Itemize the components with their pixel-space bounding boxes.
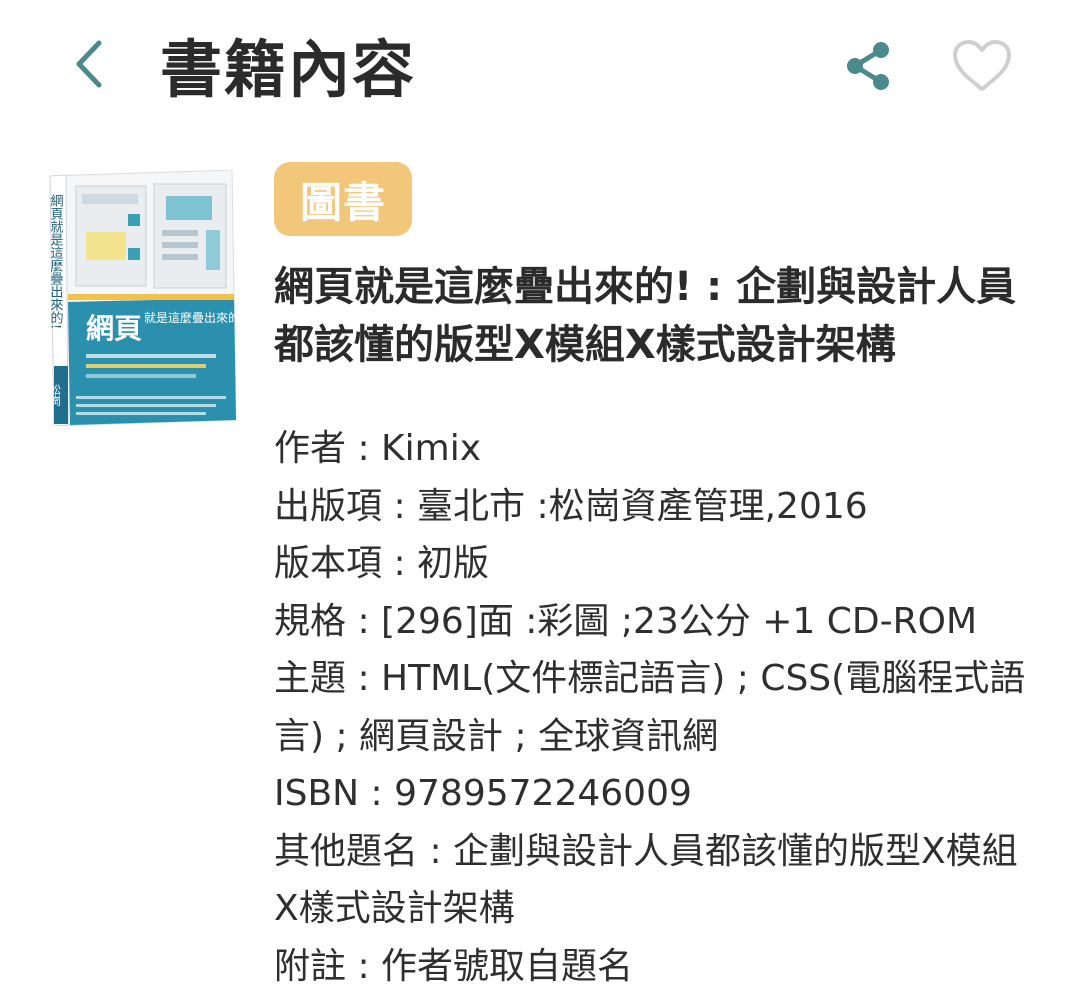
detail-value: 9789572246009 [394,773,692,814]
detail-label: ISBN [274,773,359,814]
detail-label: 版本項 [274,543,382,584]
detail-other-title: 其他題名 : 企劃與設計人員都該懂的版型X模組X樣式設計架構 [274,823,1034,938]
book-title: 網頁就是這麼疊出來的! : 企劃與設計人員都該懂的版型X模組X樣式設計架構 [274,258,1034,374]
detail-value: Kimix [381,428,481,469]
detail-author: 作者 : Kimix [274,420,1034,478]
cover-publisher-mark: 松崗 [49,383,62,406]
detail-value: 初版 [417,543,489,584]
book-cover-image[interactable]: 網頁 就是這麼疊出來的! 網頁就是這麼疊出來的! 松崗 [46,170,238,426]
share-button[interactable] [838,36,898,96]
detail-publication: 出版項 : 臺北市 :松崗資產管理,2016 [274,478,1034,536]
cover-spine-title: 網頁就是這麼疊出來的! [48,194,64,329]
back-button[interactable] [60,34,116,94]
detail-separator: : [346,428,381,469]
detail-separator: : [382,543,417,584]
book-cover-illustration: 網頁 就是這麼疊出來的! 網頁就是這麼疊出來的! 松崗 [46,170,238,426]
detail-label: 作者 [274,428,346,469]
app-bar: 書籍內容 [0,0,1080,140]
detail-label: 附註 [274,946,346,987]
detail-note: 附註 : 作者號取自題名 [274,938,1034,995]
chevron-left-icon [71,39,105,89]
detail-value: 作者號取自題名 [381,946,633,987]
detail-value: HTML(文件標記語言) ; CSS(電腦程式語言) ; 網頁設計 ; 全球資訊… [274,658,1025,757]
detail-value: [296]面 :彩圖 ;23公分 +1 CD-ROM [381,601,977,642]
detail-edition: 版本項 : 初版 [274,535,1034,593]
book-type-badge: 圖書 [274,162,412,236]
detail-label: 其他題名 [274,831,418,872]
detail-separator: : [382,486,417,527]
cover-sub-word: 就是這麼疊出來的! [144,310,238,325]
detail-format: 規格 : [296]面 :彩圖 ;23公分 +1 CD-ROM [274,593,1034,651]
detail-value: 臺北市 :松崗資產管理,2016 [417,486,868,527]
detail-separator: : [359,773,394,814]
cover-main-word: 網頁 [86,312,142,345]
detail-subject: 主題 : HTML(文件標記語言) ; CSS(電腦程式語言) ; 網頁設計 ;… [274,650,1034,765]
heart-outline-icon [951,38,1013,94]
detail-separator: : [418,831,453,872]
share-icon [843,40,893,92]
detail-label: 主題 [274,658,346,699]
detail-separator: : [346,601,381,642]
detail-isbn: ISBN : 9789572246009 [274,765,1034,823]
detail-separator: : [346,658,381,699]
favorite-button[interactable] [948,34,1016,98]
book-details: 作者 : Kimix 出版項 : 臺北市 :松崗資產管理,2016 版本項 : … [274,420,1034,995]
detail-separator: : [346,946,381,987]
detail-label: 出版項 [274,486,382,527]
page-title: 書籍內容 [160,30,416,110]
detail-label: 規格 [274,601,346,642]
